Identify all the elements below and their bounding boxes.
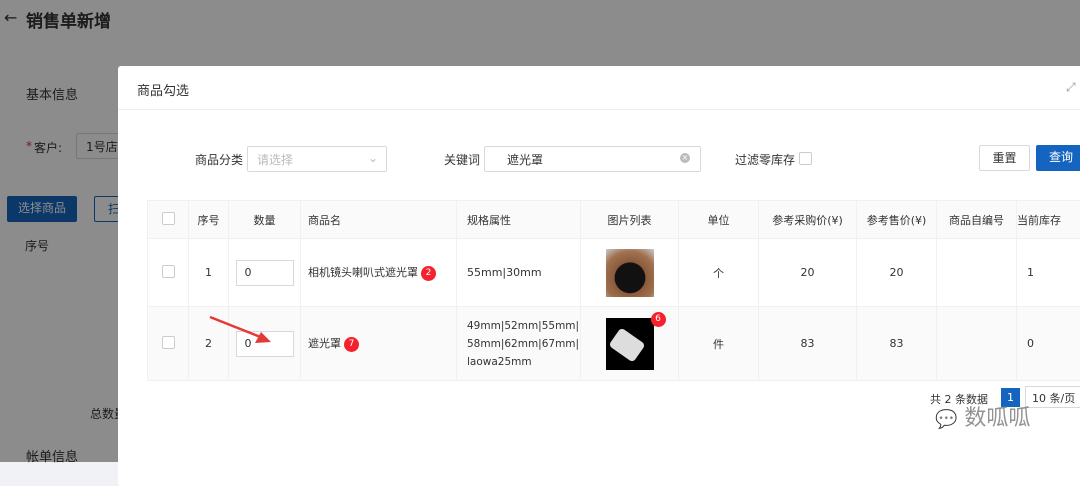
zero-stock-label: 过滤零库存 xyxy=(735,151,795,168)
category-placeholder: 请选择 xyxy=(257,153,293,167)
category-label: 商品分类 xyxy=(195,151,243,168)
page-size-select[interactable]: 10 条/页 xyxy=(1025,386,1080,408)
modal-title: 商品勾选 xyxy=(137,84,189,99)
keyword-value: 遮光罩 xyxy=(507,153,543,167)
expand-icon[interactable]: ⤢ xyxy=(1066,80,1076,95)
purchase-price: 83 xyxy=(759,307,857,381)
name-badge: 7 xyxy=(344,337,359,352)
unit: 件 xyxy=(679,307,759,381)
purchase-price: 20 xyxy=(759,239,857,307)
table-row: 1 0 相机镜头喇叭式遮光罩2 55mm|30mm 个 20 20 1 xyxy=(148,239,1080,307)
wechat-icon: 💬 xyxy=(935,409,957,430)
row-index: 1 xyxy=(189,239,229,307)
chevron-down-icon: ⌄ xyxy=(368,151,378,165)
select-all-checkbox[interactable] xyxy=(162,212,175,225)
goods-image[interactable] xyxy=(606,249,654,297)
quantity-input[interactable]: 0 xyxy=(236,260,294,286)
sale-price: 20 xyxy=(857,239,937,307)
column-header: 参考售价(¥) xyxy=(857,201,937,239)
category-select[interactable]: 请选择 ⌄ xyxy=(247,146,387,172)
image-count-badge: 6 xyxy=(651,312,666,327)
table-header: 序号 数量 商品名 规格属性 图片列表 单位 参考采购价(¥) 参考售价(¥) … xyxy=(148,201,1080,239)
unit: 个 xyxy=(679,239,759,307)
goods-code xyxy=(937,239,1017,307)
zero-stock-checkbox[interactable] xyxy=(799,152,812,165)
column-header: 规格属性 xyxy=(457,201,581,239)
keyword-input[interactable]: 遮光罩 × xyxy=(484,146,701,172)
goods-name: 相机镜头喇叭式遮光罩 xyxy=(308,266,418,279)
column-header: 单位 xyxy=(679,201,759,239)
goods-code xyxy=(937,307,1017,381)
goods-table: 序号 数量 商品名 规格属性 图片列表 单位 参考采购价(¥) 参考售价(¥) … xyxy=(147,200,1080,381)
sale-price: 83 xyxy=(857,307,937,381)
red-arrow-annotation xyxy=(205,312,275,347)
goods-image[interactable]: 6 xyxy=(606,318,654,370)
keyword-label: 关键词 xyxy=(444,151,480,168)
stock: 1 xyxy=(1017,239,1080,307)
watermark: 💬 数呱呱 xyxy=(935,400,1030,432)
column-header: 数量 xyxy=(229,201,301,239)
watermark-text: 数呱呱 xyxy=(964,406,1030,431)
column-header: 序号 xyxy=(189,201,229,239)
spec: 49mm|52mm|55mm|58mm|62mm|67mm|laowa25mm xyxy=(457,307,581,381)
column-header: 当前库存 xyxy=(1017,201,1080,239)
row-checkbox[interactable] xyxy=(162,265,175,278)
column-header: 商品名 xyxy=(301,201,457,239)
reset-button[interactable]: 重置 xyxy=(979,145,1030,171)
column-header: 图片列表 xyxy=(581,201,679,239)
goods-name: 遮光罩 xyxy=(308,337,341,350)
column-header: 商品自编号 xyxy=(937,201,1017,239)
column-header: 参考采购价(¥) xyxy=(759,201,857,239)
table-row: 2 0 遮光罩7 49mm|52mm|55mm|58mm|62mm|67mm|l… xyxy=(148,307,1080,381)
name-badge: 2 xyxy=(421,266,436,281)
clear-icon[interactable]: × xyxy=(680,153,690,163)
stock: 0 xyxy=(1017,307,1080,381)
query-button[interactable]: 查询 xyxy=(1036,145,1080,171)
row-checkbox[interactable] xyxy=(162,336,175,349)
spec: 55mm|30mm xyxy=(457,239,581,307)
